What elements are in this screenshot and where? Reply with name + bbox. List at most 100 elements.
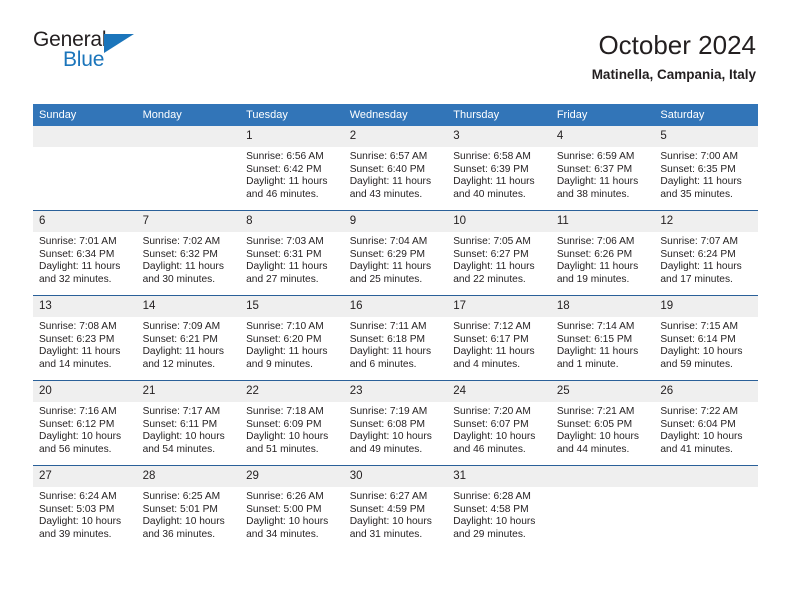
- triangle-icon: [104, 34, 134, 53]
- calendar-head: Sunday Monday Tuesday Wednesday Thursday…: [33, 104, 758, 126]
- day-number: 22: [240, 381, 344, 402]
- sunrise-text: Sunrise: 7:04 AM: [349, 236, 428, 247]
- sunrise-text: Sunrise: 7:02 AM: [142, 236, 221, 247]
- day-cell[interactable]: 31 Sunrise: 6:28 AM Sunset: 4:58 PM Dayl…: [447, 465, 551, 550]
- sunrise-text: Sunrise: 7:18 AM: [246, 406, 324, 417]
- day-cell[interactable]: 24 Sunrise: 7:20 AM Sunset: 6:07 PM Dayl…: [447, 380, 551, 466]
- daylight-text-line1: Daylight: 11 hours: [246, 176, 328, 188]
- day-cell[interactable]: 27 Sunrise: 6:24 AM Sunset: 5:03 PM Dayl…: [33, 465, 137, 550]
- daylight-text-line2: and 14 minutes.: [39, 359, 112, 371]
- daylight-text-line2: and 49 minutes.: [349, 444, 423, 456]
- daylight-text-line1: Daylight: 11 hours: [246, 261, 328, 273]
- day-cell[interactable]: 21 Sunrise: 7:17 AM Sunset: 6:11 PM Dayl…: [136, 380, 241, 466]
- day-cell[interactable]: 5 Sunrise: 7:00 AM Sunset: 6:35 PM Dayli…: [654, 126, 758, 211]
- day-number: 30: [343, 466, 448, 487]
- day-cell[interactable]: 13 Sunrise: 7:08 AM Sunset: 6:23 PM Dayl…: [33, 295, 137, 381]
- day-details: Sunrise: 7:10 AM Sunset: 6:20 PM Dayligh…: [240, 317, 344, 372]
- day-number: [33, 126, 137, 147]
- sunrise-text: Sunrise: 6:57 AM: [349, 151, 428, 162]
- day-details: Sunrise: 6:24 AM Sunset: 5:03 PM Dayligh…: [33, 487, 137, 542]
- sunrise-text: Sunrise: 7:03 AM: [246, 236, 324, 247]
- day-cell[interactable]: 1 Sunrise: 6:56 AM Sunset: 6:42 PM Dayli…: [240, 126, 344, 211]
- daylight-text-line2: and 31 minutes.: [349, 529, 423, 541]
- day-cell[interactable]: 4 Sunrise: 6:59 AM Sunset: 6:37 PM Dayli…: [550, 126, 655, 211]
- day-number: [654, 466, 758, 487]
- day-cell[interactable]: 26 Sunrise: 7:22 AM Sunset: 6:04 PM Dayl…: [654, 380, 758, 466]
- day-cell[interactable]: 11 Sunrise: 7:06 AM Sunset: 6:26 PM Dayl…: [550, 210, 655, 296]
- day-number: 14: [136, 296, 241, 317]
- day-cell[interactable]: 15 Sunrise: 7:10 AM Sunset: 6:20 PM Dayl…: [240, 295, 344, 381]
- day-details: Sunrise: 7:15 AM Sunset: 6:14 PM Dayligh…: [654, 317, 758, 372]
- day-cell[interactable]: 28 Sunrise: 6:25 AM Sunset: 5:01 PM Dayl…: [136, 465, 241, 550]
- day-number: 9: [343, 211, 448, 232]
- day-number: 23: [343, 381, 448, 402]
- weekday-header-monday: Monday: [136, 104, 241, 126]
- sunrise-text: Sunrise: 6:24 AM: [39, 491, 117, 502]
- day-details: Sunrise: 7:08 AM Sunset: 6:23 PM Dayligh…: [33, 317, 137, 372]
- day-cell[interactable]: 6 Sunrise: 7:01 AM Sunset: 6:34 PM Dayli…: [33, 210, 137, 296]
- sunset-text: Sunset: 6:14 PM: [660, 333, 736, 345]
- sunset-text: Sunset: 6:37 PM: [556, 163, 633, 175]
- daylight-text-line2: and 43 minutes.: [349, 189, 423, 201]
- daylight-text-line2: and 36 minutes.: [142, 529, 216, 541]
- day-cell[interactable]: 17 Sunrise: 7:12 AM Sunset: 6:17 PM Dayl…: [447, 295, 551, 381]
- daylight-text-line1: Daylight: 11 hours: [39, 261, 121, 273]
- day-cell[interactable]: 8 Sunrise: 7:03 AM Sunset: 6:31 PM Dayli…: [240, 210, 344, 296]
- day-cell[interactable]: 10 Sunrise: 7:05 AM Sunset: 6:27 PM Dayl…: [447, 210, 551, 296]
- day-cell[interactable]: 12 Sunrise: 7:07 AM Sunset: 6:24 PM Dayl…: [654, 210, 758, 296]
- sunrise-text: Sunrise: 6:25 AM: [142, 491, 221, 502]
- week-row: 6 Sunrise: 7:01 AM Sunset: 6:34 PM Dayli…: [33, 210, 758, 296]
- day-cell[interactable]: 2 Sunrise: 6:57 AM Sunset: 6:40 PM Dayli…: [343, 126, 448, 211]
- day-number: 25: [550, 381, 655, 402]
- day-cell[interactable]: [33, 126, 137, 211]
- day-cell[interactable]: 29 Sunrise: 6:26 AM Sunset: 5:00 PM Dayl…: [240, 465, 344, 550]
- day-cell[interactable]: 23 Sunrise: 7:19 AM Sunset: 6:08 PM Dayl…: [343, 380, 448, 466]
- daylight-text-line1: Daylight: 10 hours: [246, 431, 329, 443]
- page-header: General Blue October 2024 Matinella, Cam…: [0, 0, 792, 82]
- weekday-header-sunday: Sunday: [33, 104, 137, 126]
- sunset-text: Sunset: 6:12 PM: [39, 418, 115, 430]
- sunrise-text: Sunrise: 6:26 AM: [246, 491, 324, 502]
- day-cell[interactable]: 3 Sunrise: 6:58 AM Sunset: 6:39 PM Dayli…: [447, 126, 551, 211]
- day-cell[interactable]: [136, 126, 241, 211]
- day-cell[interactable]: [654, 465, 758, 550]
- day-cell[interactable]: 19 Sunrise: 7:15 AM Sunset: 6:14 PM Dayl…: [654, 295, 758, 381]
- sunrise-text: Sunrise: 6:59 AM: [556, 151, 635, 162]
- daylight-text-line2: and 32 minutes.: [39, 274, 112, 286]
- weekday-header-saturday: Saturday: [654, 104, 758, 126]
- daylight-text-line2: and 22 minutes.: [453, 274, 526, 286]
- daylight-text-line2: and 4 minutes.: [453, 359, 521, 371]
- daylight-text-line1: Daylight: 10 hours: [660, 346, 743, 358]
- sunrise-text: Sunrise: 7:15 AM: [660, 321, 738, 332]
- sunset-text: Sunset: 6:07 PM: [453, 418, 529, 430]
- day-cell[interactable]: 20 Sunrise: 7:16 AM Sunset: 6:12 PM Dayl…: [33, 380, 137, 466]
- daylight-text-line1: Daylight: 11 hours: [349, 346, 432, 358]
- daylight-text-line2: and 59 minutes.: [660, 359, 733, 371]
- day-number: 24: [447, 381, 551, 402]
- daylight-text-line2: and 46 minutes.: [246, 189, 319, 201]
- sunrise-text: Sunrise: 7:20 AM: [453, 406, 531, 417]
- day-number: [550, 466, 655, 487]
- sunrise-text: Sunrise: 7:12 AM: [453, 321, 531, 332]
- day-details: Sunrise: 7:04 AM Sunset: 6:29 PM Dayligh…: [344, 232, 448, 287]
- day-cell[interactable]: 25 Sunrise: 7:21 AM Sunset: 6:05 PM Dayl…: [550, 380, 655, 466]
- day-cell[interactable]: [550, 465, 655, 550]
- daylight-text-line2: and 17 minutes.: [660, 274, 733, 286]
- sunrise-text: Sunrise: 6:27 AM: [349, 491, 428, 502]
- day-cell[interactable]: 18 Sunrise: 7:14 AM Sunset: 6:15 PM Dayl…: [550, 295, 655, 381]
- sunset-text: Sunset: 6:40 PM: [349, 163, 426, 175]
- day-cell[interactable]: 16 Sunrise: 7:11 AM Sunset: 6:18 PM Dayl…: [343, 295, 448, 381]
- logo-text-blue: Blue: [63, 48, 105, 71]
- page-title: October 2024: [598, 30, 756, 60]
- sunrise-text: Sunrise: 7:09 AM: [142, 321, 221, 332]
- daylight-text-line2: and 27 minutes.: [246, 274, 319, 286]
- daylight-text-line1: Daylight: 10 hours: [39, 431, 122, 443]
- sunset-text: Sunset: 6:31 PM: [246, 248, 322, 260]
- day-cell[interactable]: 9 Sunrise: 7:04 AM Sunset: 6:29 PM Dayli…: [343, 210, 448, 296]
- day-cell[interactable]: 30 Sunrise: 6:27 AM Sunset: 4:59 PM Dayl…: [343, 465, 448, 550]
- day-cell[interactable]: 7 Sunrise: 7:02 AM Sunset: 6:32 PM Dayli…: [136, 210, 241, 296]
- day-cell[interactable]: 14 Sunrise: 7:09 AM Sunset: 6:21 PM Dayl…: [136, 295, 241, 381]
- day-cell[interactable]: 22 Sunrise: 7:18 AM Sunset: 6:09 PM Dayl…: [240, 380, 344, 466]
- daylight-text-line2: and 19 minutes.: [556, 274, 630, 286]
- general-blue-logo: General Blue: [33, 28, 153, 74]
